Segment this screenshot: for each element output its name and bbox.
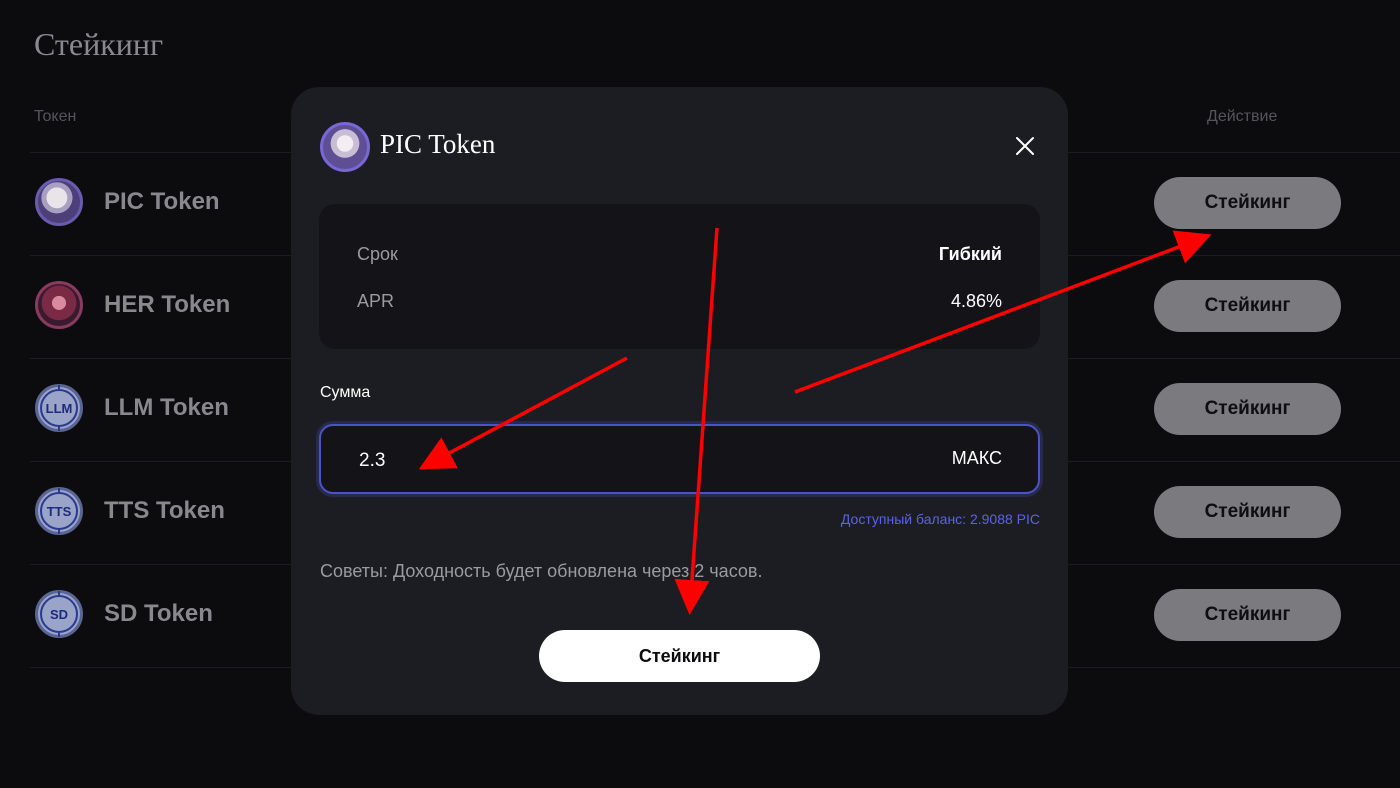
column-header-token: Токен (34, 108, 77, 125)
amount-input[interactable] (357, 446, 761, 476)
tts-coin-label: TTS (40, 488, 78, 534)
max-button[interactable]: МАКС (952, 448, 1002, 469)
column-header-action: Действие (1207, 108, 1278, 125)
her-token-avatar (35, 281, 83, 329)
stake-button-her[interactable]: Стейкинг (1154, 280, 1341, 332)
llm-coin-label: LLM (40, 385, 78, 431)
page-title: Стейкинг (34, 26, 164, 62)
token-name: LLM Token (104, 394, 229, 421)
stake-button-llm[interactable]: Стейкинг (1154, 383, 1341, 435)
term-value: Гибкий (938, 244, 1002, 264)
close-icon-glyph (1016, 137, 1034, 155)
term-label: Срок (357, 244, 398, 264)
pic-token-avatar (320, 122, 370, 172)
pic-token-avatar (35, 178, 83, 226)
close-icon[interactable] (1013, 134, 1037, 158)
available-balance: Доступный баланс: 2.9088 PIC (840, 511, 1040, 527)
confirm-stake-button[interactable]: Стейкинг (539, 630, 820, 682)
tips-text: Советы: Доходность будет обновлена через… (320, 561, 763, 581)
stake-button-sd[interactable]: Стейкинг (1154, 589, 1341, 641)
llm-coin-icon: LLM (35, 384, 83, 432)
token-name: TTS Token (104, 497, 225, 524)
amount-field[interactable]: МАКС (319, 424, 1040, 494)
stake-button-pic[interactable]: Стейкинг (1154, 177, 1341, 229)
sd-coin-label: SD (40, 591, 78, 637)
token-name: HER Token (104, 291, 231, 318)
token-name: PIC Token (104, 188, 220, 215)
staking-modal: PIC Token Срок Гибкий APR 4.86% Сумма МА… (291, 87, 1068, 715)
token-name: SD Token (104, 600, 213, 627)
amount-label: Сумма (320, 384, 371, 401)
modal-title: PIC Token (380, 129, 496, 159)
stake-button-tts[interactable]: Стейкинг (1154, 486, 1341, 538)
staking-info-panel: Срок Гибкий APR 4.86% (319, 204, 1040, 349)
sd-coin-icon: SD (35, 590, 83, 638)
tts-coin-icon: TTS (35, 487, 83, 535)
apr-value: 4.86% (950, 291, 1002, 311)
apr-label: APR (357, 291, 395, 311)
